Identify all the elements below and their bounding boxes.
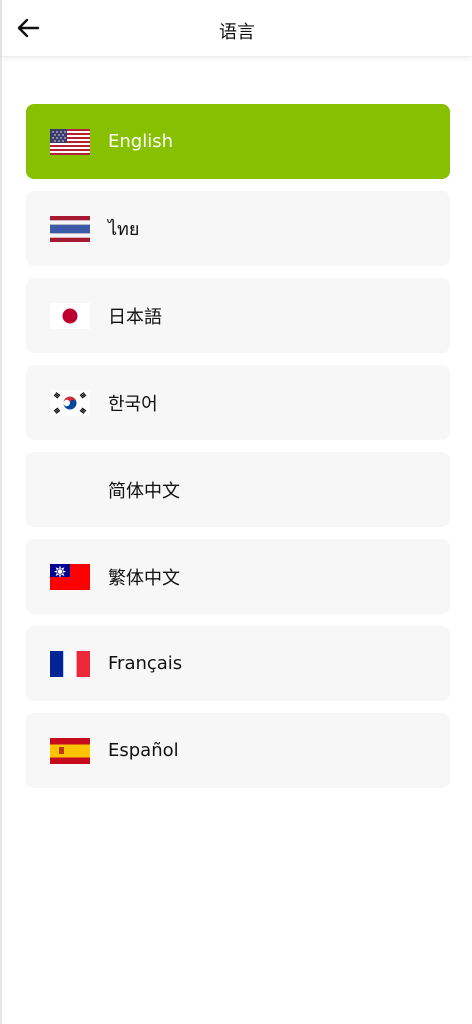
language-list: English ไทย 日本語 한국어 简体中文 繁体中文 Français E… xyxy=(26,104,450,800)
language-label: English xyxy=(108,131,173,152)
language-label: ไทย xyxy=(108,219,140,240)
language-item-english[interactable]: English xyxy=(26,104,450,179)
taiwan-flag-icon xyxy=(50,563,90,590)
language-item-japanese[interactable]: 日本語 xyxy=(26,278,450,353)
language-item-simplified-chinese[interactable]: 简体中文 xyxy=(26,452,450,527)
language-label: Français xyxy=(108,653,183,674)
thailand-flag-icon xyxy=(50,215,90,242)
top-bar: 语言 xyxy=(2,0,472,57)
japan-flag-icon xyxy=(50,302,90,329)
language-item-korean[interactable]: 한국어 xyxy=(26,365,450,440)
language-item-spanish[interactable]: Español xyxy=(26,713,450,788)
language-label: 简体中文 xyxy=(108,480,180,502)
language-label: 繁体中文 xyxy=(108,567,180,589)
language-item-french[interactable]: Français xyxy=(26,626,450,701)
flag-placeholder xyxy=(50,477,90,503)
language-label: 日本語 xyxy=(108,306,162,328)
language-item-thai[interactable]: ไทย xyxy=(26,191,450,266)
language-label: Español xyxy=(108,740,179,761)
page-title: 语言 xyxy=(219,22,255,43)
korea-flag-icon xyxy=(50,389,90,416)
spain-flag-icon xyxy=(50,737,90,764)
language-label: 한국어 xyxy=(108,393,158,415)
language-item-traditional-chinese[interactable]: 繁体中文 xyxy=(26,539,450,614)
us-flag-icon xyxy=(50,128,90,155)
france-flag-icon xyxy=(50,650,90,677)
